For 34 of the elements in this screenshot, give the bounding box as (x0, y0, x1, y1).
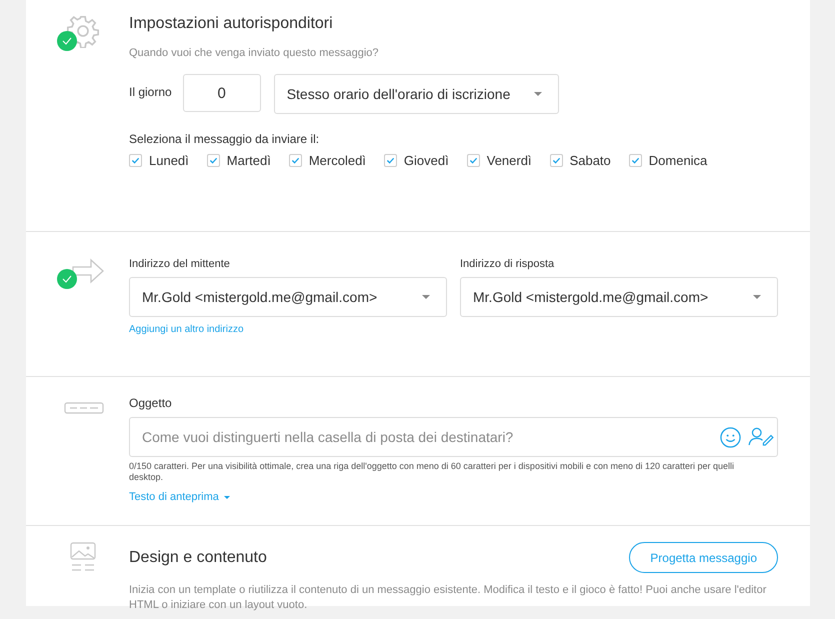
reply-label: Indirizzo di risposta (460, 258, 556, 270)
reply-dropdown[interactable]: Mr.Gold <mistergold.me@gmail.com> (460, 277, 778, 317)
day-checkbox[interactable]: Sabato (550, 153, 611, 168)
day-input[interactable]: 0 (182, 74, 261, 112)
check-icon (386, 156, 395, 165)
check-icon (131, 156, 140, 165)
character-count-hint: 0/150 caratteri. Per una visibilità ottimale, crea una riga dell'oggetto con meno di 60 caratteri per i dispositivi mobili e con meno di 120 caratteri per quelli desktop. (129, 461, 736, 483)
person-edit-icon[interactable] (748, 427, 775, 446)
day-checkbox[interactable]: Lunedì (129, 153, 189, 168)
day-checkbox[interactable]: Domenica (628, 153, 708, 168)
check-icon (630, 156, 640, 165)
day-checkbox[interactable]: Mercoledì (288, 153, 366, 168)
sender-dropdown[interactable]: Mr.Gold <mistergold.me@gmail.com> (129, 277, 447, 317)
check-icon (290, 156, 300, 165)
question-text: Quando vuoi che venga inviato questo messaggio? (129, 47, 380, 59)
day-checkbox[interactable]: Venerdì (466, 153, 532, 168)
check-icon (208, 156, 218, 165)
section-title: Impostazioni autorisponditori (129, 14, 334, 34)
day-checkbox[interactable]: Giovedì (384, 153, 449, 168)
arrow-icon (71, 258, 105, 284)
subject-label: Oggetto (129, 396, 173, 410)
sender-label: Indirizzo del mittente (129, 258, 231, 270)
description-text: Inizia con un template o riutilizza il contenuto di un messaggio esistente. Modifica il testo e il gioco è fatto! Puoi anche usare l'editor HTML o iniziare con un layout vuoto. (129, 583, 768, 613)
gear-icon (66, 14, 100, 48)
day-checkbox[interactable]: Martedì (206, 153, 271, 168)
check-icon (468, 156, 478, 165)
time-dropdown[interactable]: Stesso orario dell'orario di iscrizione (274, 74, 559, 114)
emoji-icon[interactable] (720, 427, 741, 448)
day-label: Il giorno (129, 85, 172, 99)
subject-field[interactable]: Come vuoi distinguerti nella casella di posta dei destinatari? (129, 417, 778, 457)
section-title: Design e contenuto (129, 548, 267, 568)
layout-image-icon (70, 542, 96, 572)
days-label: Seleziona il messaggio da inviare il: (129, 132, 320, 146)
check-icon (552, 156, 561, 165)
